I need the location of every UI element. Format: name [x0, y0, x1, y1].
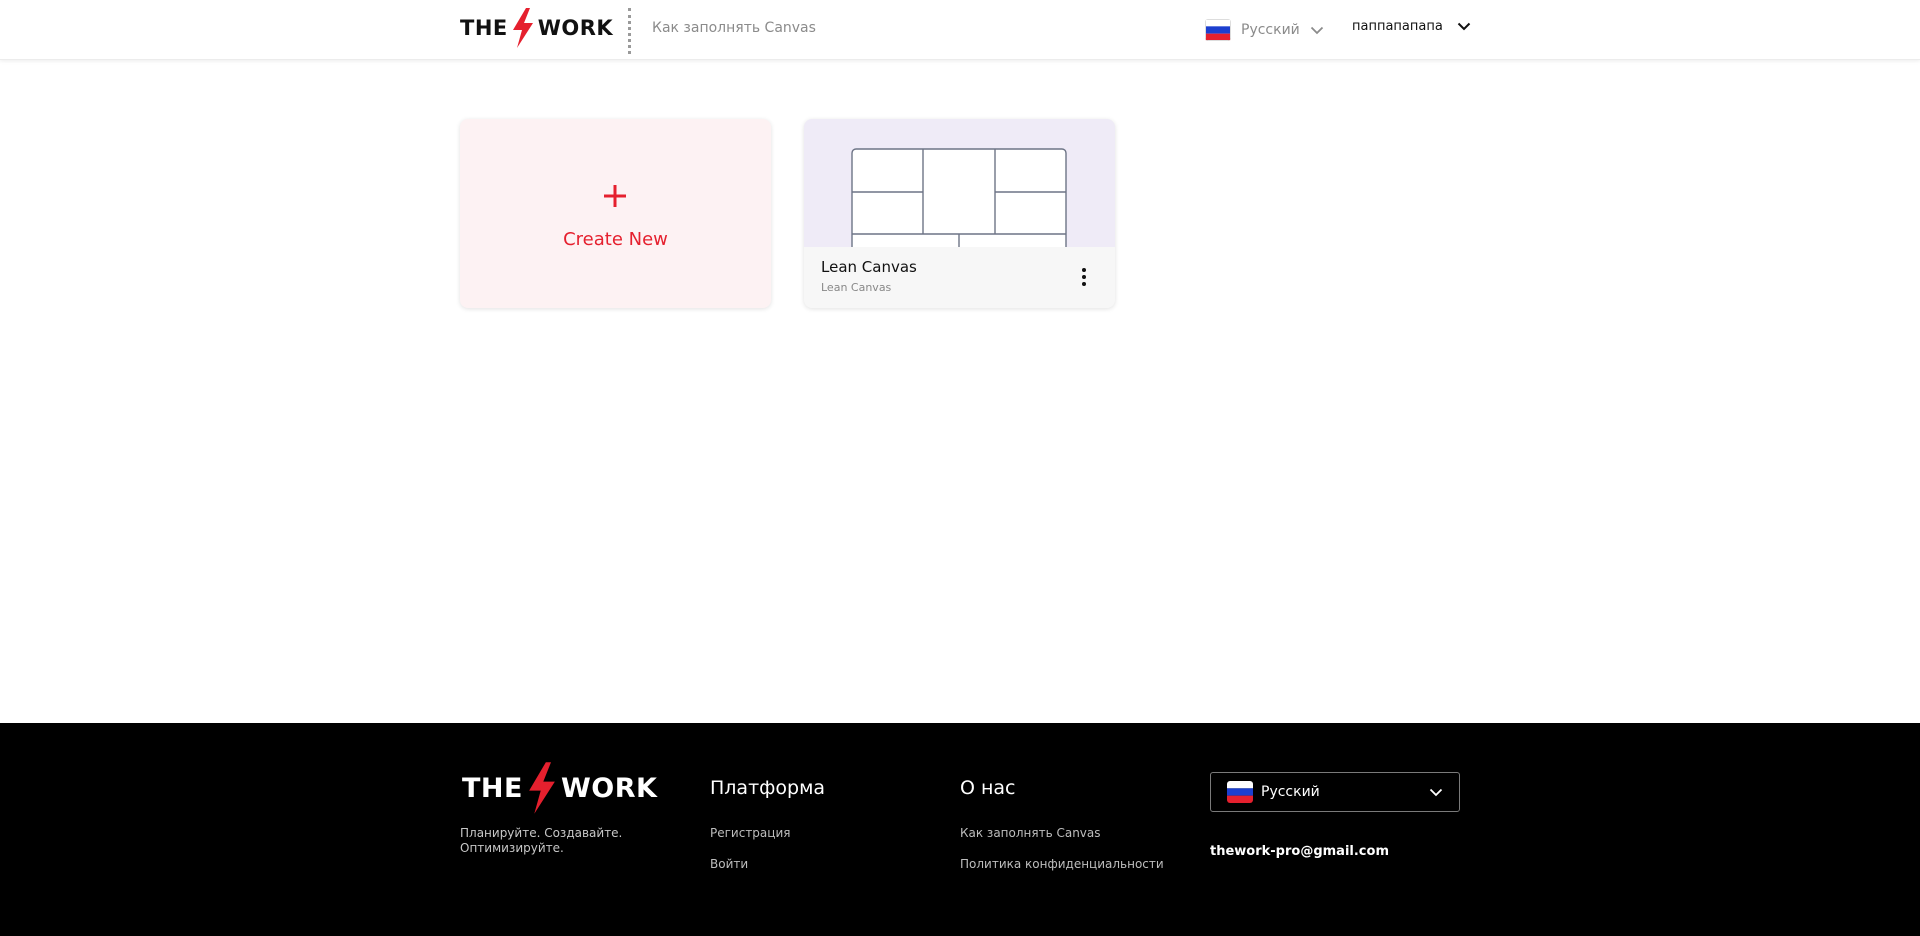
footer-language-select[interactable]: Русский [1210, 772, 1460, 812]
user-name: паппапапапа [1352, 19, 1443, 34]
language-selector[interactable]: Русский [1205, 17, 1324, 43]
header-divider [628, 8, 631, 54]
kebab-dot [1082, 282, 1086, 286]
header-logo[interactable]: THE WORK [460, 8, 613, 48]
plus-icon [604, 185, 626, 207]
nav-link-how-to-fill-canvas[interactable]: Как заполнять Canvas [652, 20, 816, 36]
kebab-dot [1082, 275, 1086, 279]
site-footer: THE WORK Планируйте. Создавайте. Оптимиз… [0, 723, 1920, 936]
footer-heading-platform: Платформа [710, 777, 826, 799]
lean-canvas-grid-icon [851, 148, 1067, 247]
logo-text-the: THE [462, 772, 523, 804]
canvas-card[interactable]: Lean Canvas Lean Canvas [804, 119, 1115, 308]
lightning-bolt-icon [512, 8, 533, 48]
footer-link-how-to-fill-canvas[interactable]: Как заполнять Canvas [960, 826, 1101, 840]
chevron-down-icon [1429, 788, 1443, 797]
footer-tagline: Планируйте. Создавайте. Оптимизируйте. [460, 826, 623, 855]
chevron-down-icon [1310, 26, 1323, 34]
canvas-subtitle: Lean Canvas [821, 281, 892, 294]
top-header: THE WORK Как заполнять Canvas Русский па… [0, 0, 1920, 60]
more-vertical-icon[interactable] [1076, 265, 1092, 289]
logo-text-work: WORK [560, 772, 658, 804]
footer-email-link[interactable]: thework-pro@gmail.com [1210, 844, 1389, 859]
flag-ru-icon [1205, 19, 1231, 41]
kebab-dot [1082, 268, 1086, 272]
language-label: Русский [1241, 22, 1300, 38]
flag-ru-icon [1227, 781, 1253, 803]
footer-heading-about: О нас [960, 777, 1016, 799]
footer-logo[interactable]: THE WORK [462, 761, 657, 815]
footer-link-login[interactable]: Войти [710, 857, 748, 871]
lightning-bolt-icon [529, 762, 555, 814]
footer-link-privacy-policy[interactable]: Политика конфиденциальности [960, 857, 1164, 871]
logo-text-work: WORK [537, 16, 614, 40]
canvas-title: Lean Canvas [821, 258, 917, 276]
user-menu[interactable]: паппапапапа [1352, 19, 1471, 34]
create-new-card[interactable]: Create New [460, 119, 771, 308]
logo-text-the: THE [460, 16, 508, 40]
create-new-label: Create New [563, 229, 668, 250]
canvas-thumbnail [804, 119, 1115, 247]
chevron-down-icon [1457, 22, 1471, 31]
footer-link-register[interactable]: Регистрация [710, 826, 790, 840]
footer-language-label: Русский [1261, 784, 1320, 800]
